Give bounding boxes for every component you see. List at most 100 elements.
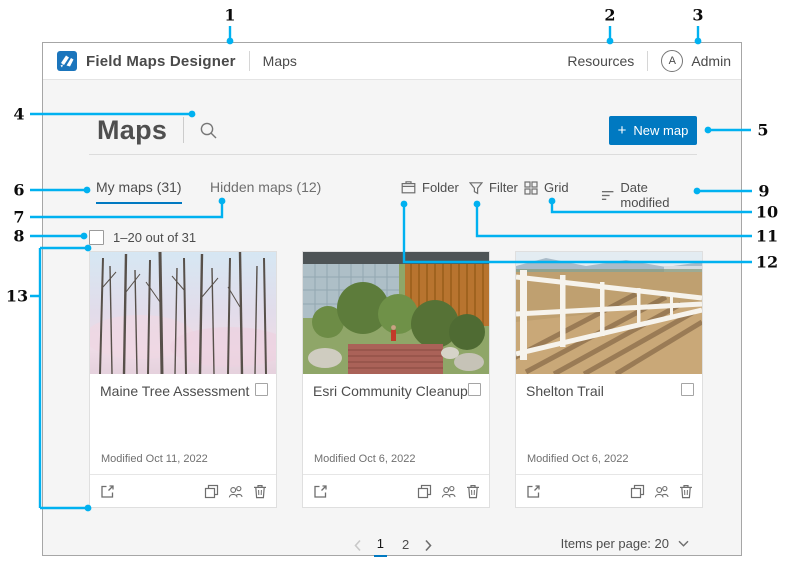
card-modified-date: Modified Oct 6, 2022: [526, 453, 694, 474]
callout-label-7: 7: [13, 208, 24, 227]
delete-button[interactable]: [253, 484, 267, 499]
folder-label: Folder: [422, 180, 459, 195]
callout-label-10: 10: [756, 203, 778, 222]
duplicate-icon: [417, 484, 432, 499]
callout-label-2: 2: [604, 6, 615, 25]
items-per-page-select[interactable]: Items per page: 20: [561, 536, 689, 551]
title-divider: [183, 117, 184, 143]
group-icon: [441, 484, 457, 499]
group-icon: [654, 484, 670, 499]
page-button-2[interactable]: 2: [399, 535, 412, 556]
share-group-button[interactable]: [228, 484, 244, 499]
card-modified-date: Modified Oct 6, 2022: [313, 453, 481, 474]
callout-label-6: 6: [13, 181, 24, 200]
delete-button[interactable]: [679, 484, 693, 499]
delete-button[interactable]: [466, 484, 480, 499]
select-all-checkbox[interactable]: [89, 230, 104, 245]
map-card: Esri Community Cleanup Modified Oct 6, 2…: [302, 251, 490, 508]
map-thumbnail-trail[interactable]: [516, 252, 702, 374]
card-footer: [90, 474, 276, 507]
card-body: Esri Community Cleanup Modified Oct 6, 2…: [303, 374, 489, 474]
open-map-button[interactable]: [313, 484, 328, 499]
esri-app-logo-icon: [57, 51, 77, 71]
duplicate-button[interactable]: [204, 484, 219, 499]
callout-label-8: 8: [13, 227, 24, 246]
grid-label: Grid: [544, 180, 569, 195]
card-checkbox[interactable]: [255, 383, 268, 396]
callout-label-12: 12: [756, 253, 778, 272]
plus-icon: +: [618, 123, 627, 138]
filter-button[interactable]: Filter: [469, 180, 518, 195]
card-title[interactable]: Maine Tree Assessment: [100, 383, 255, 399]
header-divider-2: [647, 51, 648, 71]
map-card: Shelton Trail Modified Oct 6, 2022: [515, 251, 703, 508]
app-title: Field Maps Designer: [86, 53, 236, 70]
map-thumbnail-building[interactable]: [303, 252, 489, 374]
open-map-button[interactable]: [526, 484, 541, 499]
items-per-page-label: Items per page: 20: [561, 536, 669, 551]
duplicate-icon: [630, 484, 645, 499]
nav-maps[interactable]: Maps: [263, 53, 297, 69]
trash-icon: [466, 484, 480, 499]
card-title[interactable]: Shelton Trail: [526, 383, 681, 399]
grid-icon: [524, 181, 538, 195]
callout-label-5: 5: [757, 121, 768, 140]
card-checkbox[interactable]: [468, 383, 481, 396]
filter-icon: [469, 181, 483, 195]
card-checkbox[interactable]: [681, 383, 694, 396]
page-title-row: Maps + New map: [89, 114, 697, 146]
sort-descending-icon: [601, 189, 614, 202]
header-divider: [249, 51, 250, 71]
card-footer: [516, 474, 702, 507]
app-header: Field Maps Designer Maps Resources A Adm…: [43, 43, 741, 80]
share-group-button[interactable]: [441, 484, 457, 499]
open-icon: [100, 484, 115, 499]
sort-label: Date modified: [620, 180, 697, 210]
callout-label-4: 4: [13, 105, 24, 124]
open-map-button[interactable]: [100, 484, 115, 499]
open-icon: [313, 484, 328, 499]
pagination-row: 1 2 Items per page: 20: [89, 534, 697, 558]
resources-link[interactable]: Resources: [567, 53, 634, 69]
share-group-button[interactable]: [654, 484, 670, 499]
open-icon: [526, 484, 541, 499]
duplicate-button[interactable]: [417, 484, 432, 499]
map-card: Maine Tree Assessment Modified Oct 11, 2…: [89, 251, 277, 508]
chevron-left-icon[interactable]: [354, 539, 362, 552]
page-title: Maps: [97, 115, 167, 146]
trash-icon: [253, 484, 267, 499]
map-thumbnail-trees[interactable]: [90, 252, 276, 374]
tabs-row: My maps (31) Hidden maps (12) Folder Fil…: [89, 179, 697, 205]
user-menu[interactable]: Admin: [691, 53, 731, 69]
tab-my-maps[interactable]: My maps (31): [96, 179, 182, 204]
avatar[interactable]: A: [661, 50, 683, 72]
grid-button[interactable]: Grid: [524, 180, 569, 195]
duplicate-button[interactable]: [630, 484, 645, 499]
duplicate-icon: [204, 484, 219, 499]
card-footer: [303, 474, 489, 507]
map-card-grid: Maine Tree Assessment Modified Oct 11, 2…: [89, 251, 697, 508]
callout-label-3: 3: [692, 6, 703, 25]
chevron-right-icon[interactable]: [424, 539, 432, 552]
card-title[interactable]: Esri Community Cleanup: [313, 383, 468, 399]
selection-row: 1–20 out of 31: [89, 229, 697, 245]
callout-label-9: 9: [758, 182, 769, 201]
filter-label: Filter: [489, 180, 518, 195]
card-body: Shelton Trail Modified Oct 6, 2022: [516, 374, 702, 474]
folder-button[interactable]: Folder: [401, 180, 459, 195]
card-body: Maine Tree Assessment Modified Oct 11, 2…: [90, 374, 276, 474]
selection-count: 1–20 out of 31: [113, 230, 196, 245]
card-modified-date: Modified Oct 11, 2022: [100, 453, 268, 474]
tab-hidden-maps[interactable]: Hidden maps (12): [210, 179, 321, 202]
trash-icon: [679, 484, 693, 499]
callout-label-13: 13: [6, 287, 28, 306]
title-rule: [89, 154, 697, 155]
sort-button[interactable]: Date modified: [601, 180, 697, 210]
new-map-button[interactable]: + New map: [609, 116, 697, 145]
chevron-down-icon: [678, 540, 689, 547]
search-icon[interactable]: [199, 121, 218, 140]
new-map-label: New map: [633, 123, 688, 138]
page-button-1[interactable]: 1: [374, 534, 387, 557]
app-window: Field Maps Designer Maps Resources A Adm…: [42, 42, 742, 556]
page-body: Maps + New map My maps (31) Hidden maps …: [43, 114, 741, 558]
